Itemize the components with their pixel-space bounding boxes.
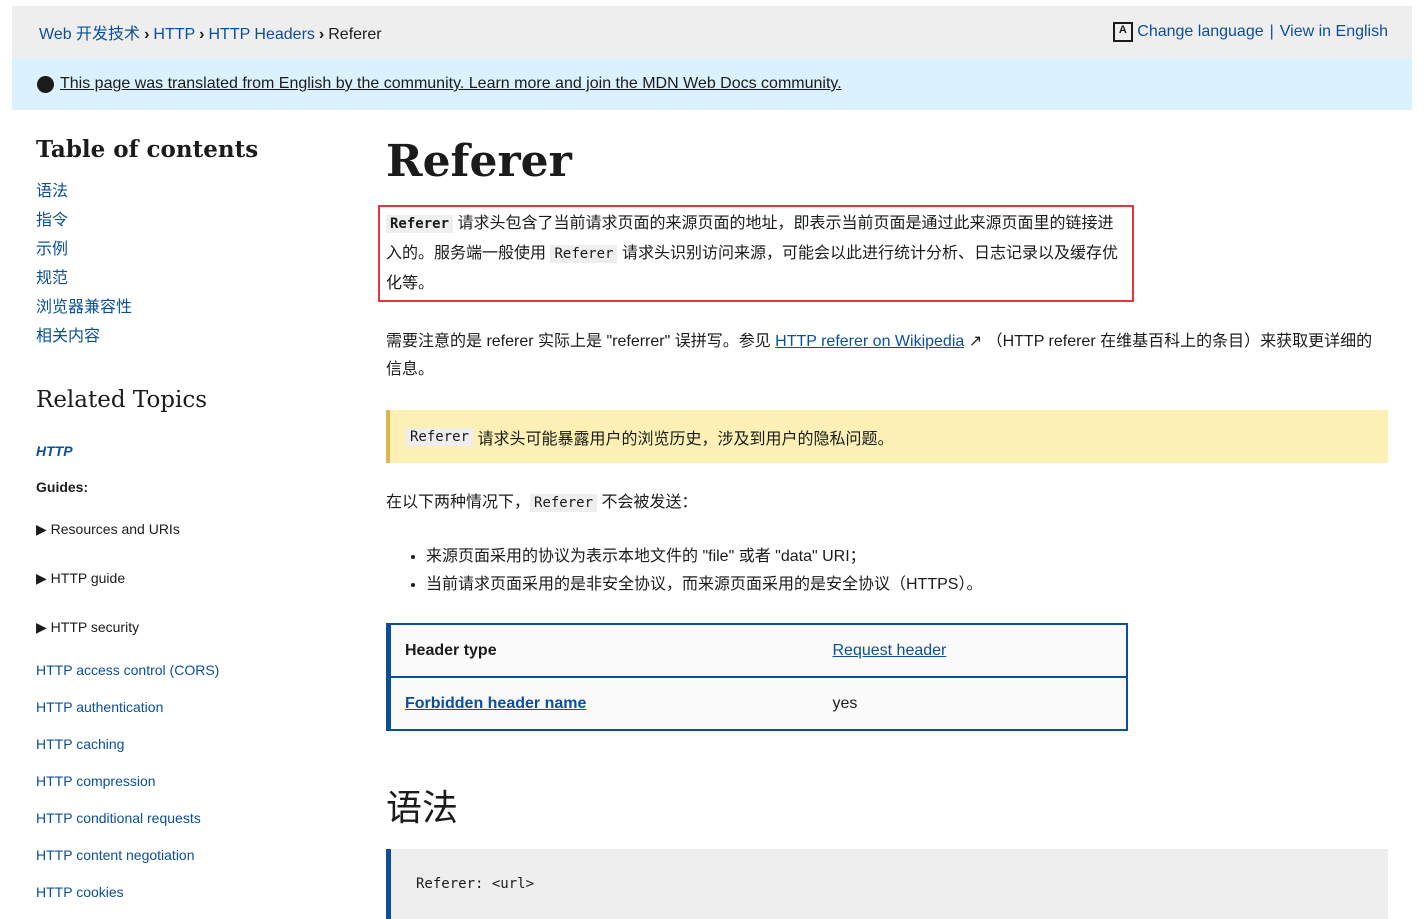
globe-icon (37, 75, 54, 93)
forbidden-header-link[interactable]: Forbidden header name (405, 695, 586, 712)
breadcrumb-web[interactable]: Web 开发技术 (39, 26, 140, 43)
breadcrumb-headers[interactable]: HTTP Headers (209, 26, 315, 43)
toc-item[interactable]: 示例 (36, 235, 336, 264)
warning-note: Referer 请求头可能暴露用户的浏览历史，涉及到用户的隐私问题。 (386, 410, 1388, 463)
highlighted-intro: Referer 请求头包含了当前请求页面的来源页面的地址，即表示当前页面是通过此… (378, 205, 1134, 302)
translation-banner: This page was translated from English by… (12, 58, 1412, 110)
guides-label: Guides: (36, 479, 89, 495)
wikipedia-link[interactable]: HTTP referer on Wikipedia (775, 333, 964, 350)
toc-item[interactable]: 规范 (36, 264, 336, 293)
syntax-code: Referer: <url> (386, 849, 1388, 919)
related-title: Related Topics (36, 387, 208, 413)
toc-item[interactable]: 语法 (36, 177, 336, 206)
syntax-heading: 语法 (386, 788, 459, 829)
view-english-link[interactable]: View in English (1280, 23, 1388, 40)
table-row: Header type Request header (388, 624, 1127, 678)
toc: 语法 指令 示例 规范 浏览器兼容性 相关内容 (36, 177, 336, 351)
chevron-right-icon: › (199, 26, 205, 43)
top-bar: Web 开发技术 › HTTP › HTTP Headers › Referer A Cha… (12, 6, 1412, 58)
change-language-link[interactable]: Change language (1137, 23, 1263, 40)
breadcrumb: Web 开发技术 › HTTP › HTTP Headers › Referer (39, 20, 382, 44)
external-link-icon: ↗ (964, 333, 983, 350)
related-link[interactable]: HTTP access control (CORS) (36, 652, 336, 689)
breadcrumb-http[interactable]: HTTP (153, 26, 195, 43)
conditions-intro: 在以下两种情况下， Referer 不会被发送： (386, 494, 698, 512)
page-title: Referer (386, 136, 572, 187)
expander-security[interactable]: ▶ HTTP security (36, 603, 336, 652)
table-row: Forbidden header name yes (388, 677, 1127, 731)
expander-resources[interactable]: ▶ Resources and URIs (36, 505, 336, 554)
toc-item[interactable]: 相关内容 (36, 322, 336, 351)
banner-link[interactable]: This page was translated from English by… (60, 75, 842, 93)
toc-item[interactable]: 浏览器兼容性 (36, 293, 336, 322)
note-paragraph: 需要注意的是 referer 实际上是 "referrer" 误拼写。参见 HT… (386, 333, 1373, 378)
expander-guide[interactable]: ▶ HTTP guide (36, 554, 336, 603)
related-link[interactable]: HTTP compression (36, 763, 336, 800)
chevron-right-icon: › (144, 26, 150, 43)
request-header-link[interactable]: Request header (833, 642, 947, 659)
related-link[interactable]: HTTP content negotiation (36, 837, 336, 874)
chevron-right-icon: › (318, 26, 325, 43)
breadcrumb-current: Referer (328, 26, 382, 43)
translate-icon: A (1112, 22, 1133, 42)
list-item: 来源页面采用的协议为表示本地文件的 "file" 或者 "data" URI； (426, 543, 1388, 571)
toc-title: Table of contents (36, 136, 259, 163)
toc-item[interactable]: 指令 (36, 206, 336, 235)
related-link[interactable]: HTTP cookies (36, 874, 336, 911)
list-item: 当前请求页面采用的是非安全协议，而来源页面采用的是安全协议（HTTPS）。 (426, 571, 1388, 599)
related-link[interactable]: HTTP authentication (36, 689, 336, 726)
related-link[interactable]: HTTP caching (36, 726, 336, 763)
conditions-list: 来源页面采用的协议为表示本地文件的 "file" 或者 "data" URI； … (426, 543, 1388, 599)
related-http-link[interactable]: HTTP (36, 443, 336, 459)
main-content: Referer Referer 请求头包含了当前请求页面的来源页面的地址，即表示… (378, 136, 1388, 919)
properties-table: Header type Request header Forbidden head… (386, 623, 1128, 731)
related-link[interactable]: HTTP conditional requests (36, 800, 336, 837)
sidebar: Table of contents 语法 指令 示例 规范 浏览器兼容性 相关内… (36, 136, 336, 911)
